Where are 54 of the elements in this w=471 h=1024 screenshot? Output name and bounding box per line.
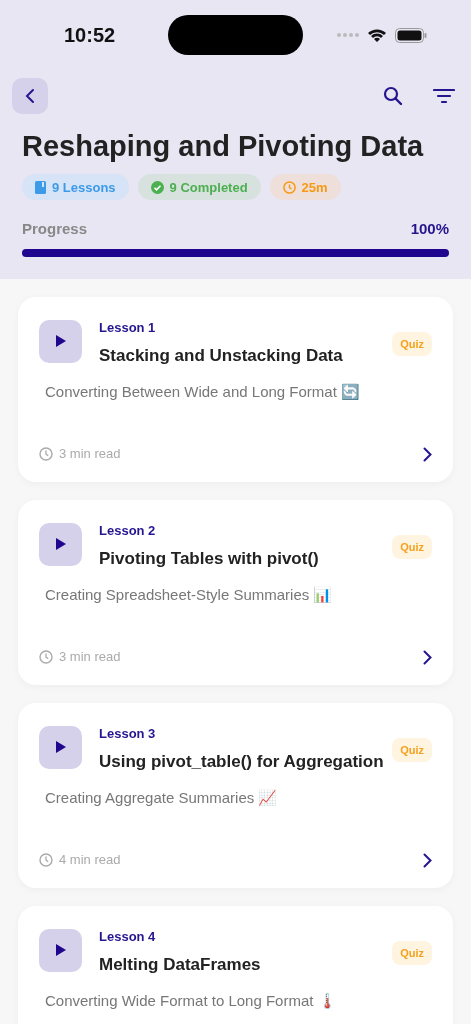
info-chip: 9 Lessons	[22, 174, 129, 201]
quiz-tag: Quiz	[392, 331, 432, 357]
quiz-tag: Quiz	[392, 534, 432, 560]
lesson-card[interactable]: Lesson 4 Melting DataFrames Quiz Converting Wide Format to Long Format 🌡	[18, 905, 453, 1024]
lesson-title: Using pivot_table() for Aggregation	[99, 751, 384, 774]
play-icon	[55, 944, 66, 957]
lesson-number: Lesson 3	[99, 724, 156, 743]
read-time: 3 min read	[59, 445, 121, 464]
lesson-description: Creating Aggregate Summaries 📈	[45, 787, 278, 808]
search-icon[interactable]	[383, 86, 403, 106]
lesson-description: Creating Spreadsheet-Style Summaries 📊	[45, 584, 333, 605]
status-time: 10:52	[64, 23, 116, 48]
info-chip: 9 Completed	[137, 174, 261, 201]
play-icon	[55, 538, 66, 551]
battery-icon	[395, 27, 427, 43]
lesson-number: Lesson 2	[99, 521, 156, 540]
book-icon	[35, 180, 46, 194]
quiz-tag: Quiz	[392, 940, 432, 966]
lesson-title: Stacking and Unstacking Data	[99, 345, 343, 368]
filter-icon[interactable]	[433, 88, 455, 104]
lesson-number: Lesson 4	[99, 927, 156, 946]
quiz-tag: Quiz	[392, 737, 432, 763]
play-icon	[55, 335, 66, 348]
lesson-card[interactable]: Lesson 3 Using pivot_table() for Aggregation Quiz Creating Aggregate Summaries 📈 4 min read	[18, 702, 453, 888]
lesson-number: Lesson 1	[99, 318, 156, 337]
chevron-left-icon	[25, 88, 35, 104]
page-title: Reshaping and Pivoting Data	[21, 129, 425, 164]
clock-icon	[39, 853, 53, 867]
chevron-right-icon[interactable]	[423, 852, 432, 868]
play-button[interactable]	[39, 522, 82, 566]
info-chip: 25m	[269, 174, 341, 201]
lesson-description: Converting Between Wide and Long Format 🔄	[45, 381, 360, 402]
play-button[interactable]	[39, 319, 82, 363]
lesson-card[interactable]: Lesson 1 Stacking and Unstacking Data Quiz Converting Between Wide and Long Format 🔄 3 min read	[18, 296, 453, 482]
clock-icon	[39, 447, 53, 461]
check-circle-icon	[150, 180, 164, 194]
chevron-right-icon[interactable]	[423, 446, 432, 462]
play-button[interactable]	[39, 928, 82, 972]
lesson-card[interactable]: Lesson 2 Pivoting Tables with pivot() Quiz Creating Spreadsheet-Style Summaries 📊 3 min read	[18, 499, 453, 685]
clock-icon	[282, 180, 296, 194]
read-time: 3 min read	[59, 648, 121, 667]
back-button[interactable]	[12, 78, 48, 114]
read-time: 4 min read	[59, 851, 121, 870]
clock-icon	[39, 650, 53, 664]
signal-icon	[337, 33, 359, 37]
wifi-icon	[367, 27, 387, 43]
progress-label: Progress	[22, 219, 88, 240]
lesson-title: Pivoting Tables with pivot()	[99, 548, 319, 571]
play-icon	[55, 741, 66, 754]
lesson-title: Melting DataFrames	[99, 954, 261, 977]
lesson-description: Converting Wide Format to Long Format 🌡	[45, 990, 337, 1011]
play-button[interactable]	[39, 725, 82, 769]
progress-percent: 100%	[410, 219, 449, 240]
chevron-right-icon[interactable]	[423, 649, 432, 665]
